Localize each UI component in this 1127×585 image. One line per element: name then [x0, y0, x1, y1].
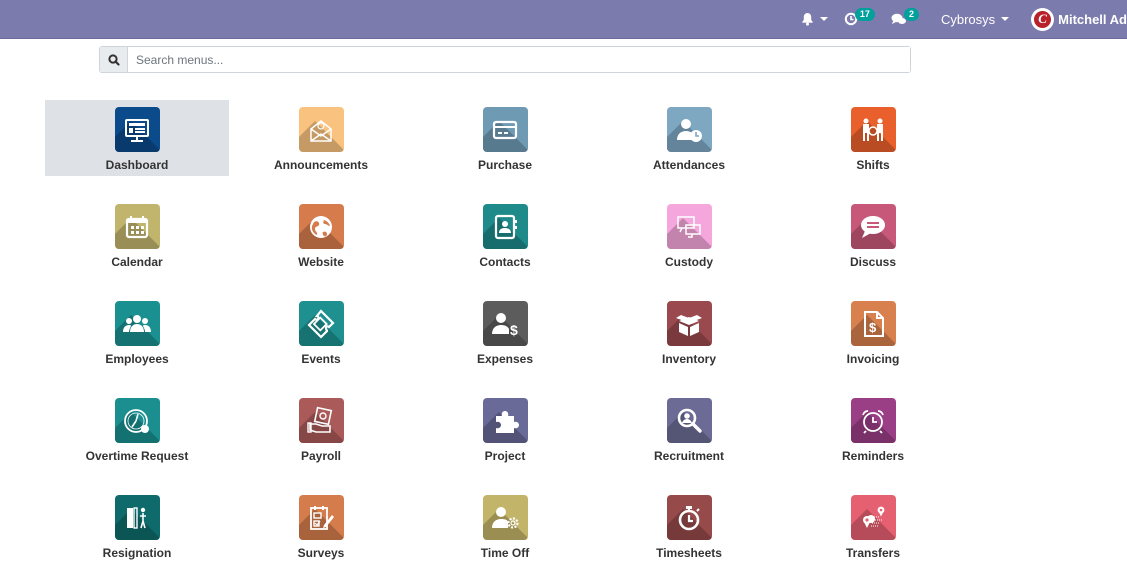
app-tile-invoicing[interactable]: $ Invoicing	[781, 294, 965, 370]
app-tile-events[interactable]: Events	[229, 294, 413, 370]
users-icon	[114, 301, 160, 346]
app-label: Reminders	[841, 449, 905, 463]
app-label: Payroll	[300, 449, 342, 463]
app-label: Discuss	[849, 255, 897, 269]
notifications-button[interactable]	[793, 0, 836, 38]
app-tile-purchase[interactable]: Purchase	[413, 100, 597, 176]
user-menu[interactable]: C Mitchell Ad	[1023, 0, 1127, 38]
app-tile-custody[interactable]: Custody	[597, 197, 781, 273]
box-icon	[666, 301, 712, 346]
company-name: Cybrosys	[940, 11, 996, 27]
app-label: Announcements	[273, 158, 368, 172]
app-tile-discuss[interactable]: Discuss	[781, 197, 965, 273]
app-label: Purchase	[477, 158, 533, 172]
app-tile-announcements[interactable]: Announcements	[229, 100, 413, 176]
app-label: Surveys	[297, 546, 345, 560]
envelope-icon	[298, 107, 344, 152]
app-tile-resignation[interactable]: Resignation	[45, 488, 229, 564]
app-label: Website	[298, 255, 344, 269]
app-tile-recruitment[interactable]: Recruitment	[597, 391, 781, 467]
app-label: Calendar	[111, 255, 163, 269]
search-icon	[107, 53, 120, 66]
app-label: Custody	[665, 255, 713, 269]
monitors-icon	[666, 204, 712, 249]
avatar-logo: C	[1034, 10, 1052, 28]
user-name: Mitchell Ad	[1058, 11, 1127, 27]
people-shift-icon	[850, 107, 896, 152]
dashboard-monitor-icon	[114, 107, 160, 152]
chevron-down-icon	[819, 17, 828, 21]
app-label: Attendances	[652, 158, 726, 172]
app-tile-timesheets[interactable]: Timesheets	[597, 488, 781, 564]
app-tile-surveys[interactable]: Surveys	[229, 488, 413, 564]
app-tile-reminders[interactable]: Reminders	[781, 391, 965, 467]
app-label: Resignation	[102, 546, 172, 560]
speech-bubble-icon	[850, 204, 896, 249]
messages-count-badge: 2	[903, 7, 919, 21]
globe-icon	[298, 204, 344, 249]
search-user-icon	[666, 398, 712, 443]
app-label: Timesheets	[656, 546, 722, 560]
app-label: Employees	[105, 352, 169, 366]
app-tile-shifts[interactable]: Shifts	[781, 100, 965, 176]
puzzle-icon	[482, 398, 528, 443]
alarm-clock-icon	[850, 398, 896, 443]
svg-text:$: $	[510, 322, 518, 338]
app-tile-time-off[interactable]: Time Off	[413, 488, 597, 564]
app-tile-payroll[interactable]: Payroll	[229, 391, 413, 467]
app-tile-overtime-request[interactable]: Overtime Request	[45, 391, 229, 467]
app-label: Recruitment	[653, 449, 724, 463]
search-bar	[99, 46, 911, 73]
svg-text:$: $	[869, 320, 877, 335]
company-switcher[interactable]: Cybrosys	[927, 0, 1023, 38]
app-tile-inventory[interactable]: Inventory	[597, 294, 781, 370]
app-tile-expenses[interactable]: $ Expenses	[413, 294, 597, 370]
app-label: Contacts	[479, 255, 531, 269]
app-tile-dashboard[interactable]: Dashboard	[45, 100, 229, 176]
money-hand-icon	[298, 398, 344, 443]
app-tile-attendances[interactable]: Attendances	[597, 100, 781, 176]
stopwatch-icon	[666, 495, 712, 540]
gauge-icon	[114, 398, 160, 443]
app-tile-calendar[interactable]: Calendar	[45, 197, 229, 273]
credit-card-icon	[482, 107, 528, 152]
activities-count-badge: 17	[854, 7, 875, 21]
user-clock-icon	[666, 107, 712, 152]
map-pins-icon	[850, 495, 896, 540]
navbar-systray: 17 2 Cybrosys C Mitchell Ad	[793, 0, 1127, 38]
app-label: Invoicing	[846, 352, 900, 366]
user-dollar-icon: $	[482, 301, 528, 346]
calendar-icon	[114, 204, 160, 249]
app-label: Time Off	[480, 546, 530, 560]
app-label: Project	[484, 449, 526, 463]
app-label: Inventory	[661, 352, 716, 366]
chevron-down-icon	[1001, 17, 1010, 21]
app-label: Overtime Request	[85, 449, 189, 463]
app-label: Dashboard	[105, 158, 169, 172]
avatar: C	[1031, 7, 1055, 31]
messages-button[interactable]: 2	[883, 0, 927, 38]
search-input[interactable]	[128, 47, 910, 72]
door-exit-icon	[114, 495, 160, 540]
clipboard-pencil-icon	[298, 495, 344, 540]
user-gear-icon	[482, 495, 528, 540]
top-navbar: 17 2 Cybrosys C Mitchell Ad	[0, 0, 1127, 39]
activities-button[interactable]: 17	[836, 0, 883, 38]
app-label: Shifts	[856, 158, 890, 172]
app-tile-employees[interactable]: Employees	[45, 294, 229, 370]
app-label: Transfers	[845, 546, 901, 560]
invoice-icon: $	[850, 301, 896, 346]
app-label: Expenses	[476, 352, 534, 366]
app-tile-transfers[interactable]: Transfers	[781, 488, 965, 564]
search-button[interactable]	[100, 47, 128, 72]
app-tile-website[interactable]: Website	[229, 197, 413, 273]
ticket-icon	[298, 301, 344, 346]
address-book-icon	[482, 204, 528, 249]
app-tile-contacts[interactable]: Contacts	[413, 197, 597, 273]
app-tile-project[interactable]: Project	[413, 391, 597, 467]
app-label: Events	[301, 352, 341, 366]
apps-grid: Dashboard Announcements Purchase Attendance…	[45, 100, 965, 585]
bell-icon	[802, 12, 813, 26]
